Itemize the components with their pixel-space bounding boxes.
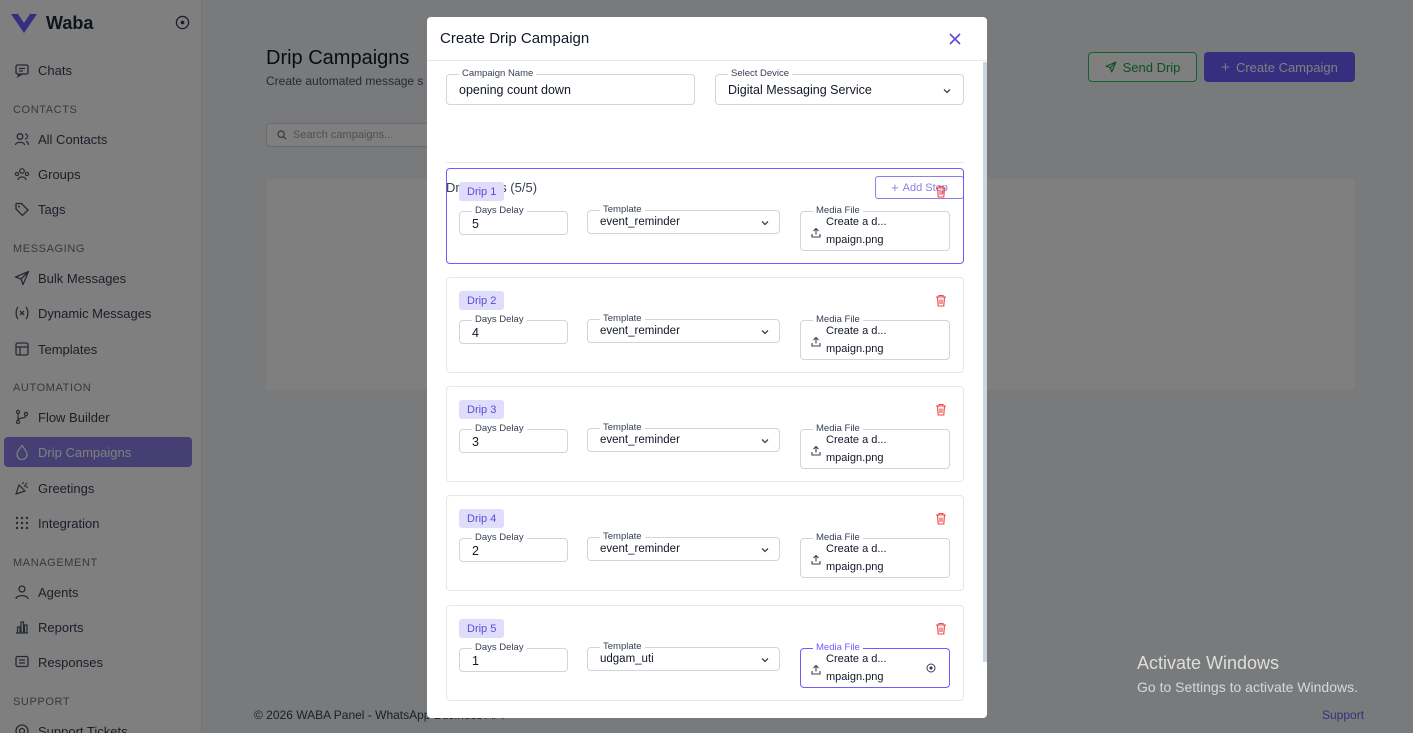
days-delay-input[interactable]: Days Delay 4 xyxy=(459,314,568,344)
media-file-input[interactable]: Media File Create a d... mpaign.png xyxy=(800,314,950,360)
days-delay-input[interactable]: Days Delay 2 xyxy=(459,532,568,562)
modal-body: Campaign Name opening count down Select … xyxy=(427,62,987,718)
select-device-label: Select Device xyxy=(728,68,793,80)
days-delay-input[interactable]: Days Delay 5 xyxy=(459,205,568,235)
campaign-name-value: opening count down xyxy=(459,83,571,97)
template-label: Template xyxy=(600,531,645,543)
media-file-name-end: mpaign.png xyxy=(826,561,884,573)
media-file-input[interactable]: Media File Create a d... mpaign.png xyxy=(800,532,950,578)
trash-icon[interactable] xyxy=(935,512,947,525)
campaign-name-field[interactable]: Campaign Name opening count down xyxy=(446,68,695,105)
create-drip-campaign-modal: Create Drip Campaign Campaign Name openi… xyxy=(427,17,987,718)
campaign-name-label: Campaign Name xyxy=(459,68,537,80)
media-file-name: Create a d... xyxy=(826,434,887,446)
chevron-down-icon xyxy=(761,221,769,226)
chevron-down-icon xyxy=(761,658,769,663)
drip-step-1: Drip 1 Days Delay 5 Template event_remin… xyxy=(446,168,964,264)
upload-icon xyxy=(811,445,821,456)
close-icon[interactable] xyxy=(947,31,963,47)
media-file-name-end: mpaign.png xyxy=(826,234,884,246)
template-dropdown[interactable]: Template udgam_uti xyxy=(587,641,780,671)
modal-header: Create Drip Campaign xyxy=(427,17,987,61)
divider xyxy=(446,162,964,163)
days-delay-value: 2 xyxy=(472,544,479,558)
drip-badge: Drip 4 xyxy=(459,509,505,528)
template-value: udgam_uti xyxy=(600,653,654,665)
days-delay-value: 3 xyxy=(472,435,479,449)
select-device-value: Digital Messaging Service xyxy=(728,83,872,97)
template-dropdown[interactable]: Template event_reminder xyxy=(587,531,780,561)
drip-badge: Drip 3 xyxy=(459,400,505,419)
media-file-name: Create a d... xyxy=(826,325,887,337)
drip-step-4: Drip 4 Days Delay 2 Template event_remin… xyxy=(446,495,964,591)
chevron-down-icon xyxy=(761,330,769,335)
chevron-down-icon xyxy=(761,548,769,553)
upload-icon xyxy=(811,664,821,675)
trash-icon[interactable] xyxy=(935,622,947,635)
days-delay-input[interactable]: Days Delay 3 xyxy=(459,423,568,453)
drip-step-3: Drip 3 Days Delay 3 Template event_remin… xyxy=(446,386,964,482)
media-file-input[interactable]: Media File Create a d... mpaign.png xyxy=(800,642,950,688)
template-label: Template xyxy=(600,204,645,216)
template-label: Template xyxy=(600,422,645,434)
template-dropdown[interactable]: Template event_reminder xyxy=(587,313,780,343)
media-file-name-end: mpaign.png xyxy=(826,452,884,464)
media-file-input[interactable]: Media File Create a d... mpaign.png xyxy=(800,423,950,469)
template-value: event_reminder xyxy=(600,216,680,228)
drip-badge: Drip 1 xyxy=(459,182,505,201)
drip-step-2: Drip 2 Days Delay 4 Template event_remin… xyxy=(446,277,964,373)
template-value: event_reminder xyxy=(600,543,680,555)
days-delay-label: Days Delay xyxy=(472,205,527,217)
days-delay-label: Days Delay xyxy=(472,314,527,326)
clear-file-icon[interactable] xyxy=(926,663,936,673)
trash-icon[interactable] xyxy=(935,403,947,416)
days-delay-input[interactable]: Days Delay 1 xyxy=(459,642,568,672)
days-delay-value: 1 xyxy=(472,654,479,668)
drip-badge: Drip 2 xyxy=(459,291,505,310)
days-delay-value: 5 xyxy=(472,217,479,231)
template-value: event_reminder xyxy=(600,325,680,337)
days-delay-label: Days Delay xyxy=(472,423,527,435)
media-file-name-end: mpaign.png xyxy=(826,671,884,683)
days-delay-label: Days Delay xyxy=(472,642,527,654)
modal-title: Create Drip Campaign xyxy=(440,30,590,47)
media-file-name: Create a d... xyxy=(826,216,887,228)
days-delay-label: Days Delay xyxy=(472,532,527,544)
media-file-name: Create a d... xyxy=(826,543,887,555)
upload-icon xyxy=(811,336,821,347)
template-label: Template xyxy=(600,313,645,325)
days-delay-value: 4 xyxy=(472,326,479,340)
trash-icon[interactable] xyxy=(935,185,947,198)
chevron-down-icon xyxy=(943,89,951,94)
media-file-input[interactable]: Media File Create a d... mpaign.png xyxy=(800,205,950,251)
template-dropdown[interactable]: Template event_reminder xyxy=(587,422,780,452)
template-dropdown[interactable]: Template event_reminder xyxy=(587,204,780,234)
chevron-down-icon xyxy=(761,439,769,444)
template-value: event_reminder xyxy=(600,434,680,446)
select-device-dropdown[interactable]: Select Device Digital Messaging Service xyxy=(715,68,964,105)
media-file-name: Create a d... xyxy=(826,653,887,665)
modal-scrollbar[interactable] xyxy=(983,62,987,662)
trash-icon[interactable] xyxy=(935,294,947,307)
windows-activation-title: Activate Windows xyxy=(1137,653,1280,673)
media-file-name-end: mpaign.png xyxy=(826,343,884,355)
drip-badge: Drip 5 xyxy=(459,619,505,638)
upload-icon xyxy=(811,554,821,565)
windows-activation-hint: Go to Settings to activate Windows. xyxy=(1137,679,1358,695)
drip-step-5: Drip 5 Days Delay 1 Template udgam_uti M… xyxy=(446,605,964,701)
upload-icon xyxy=(811,227,821,238)
template-label: Template xyxy=(600,641,645,653)
